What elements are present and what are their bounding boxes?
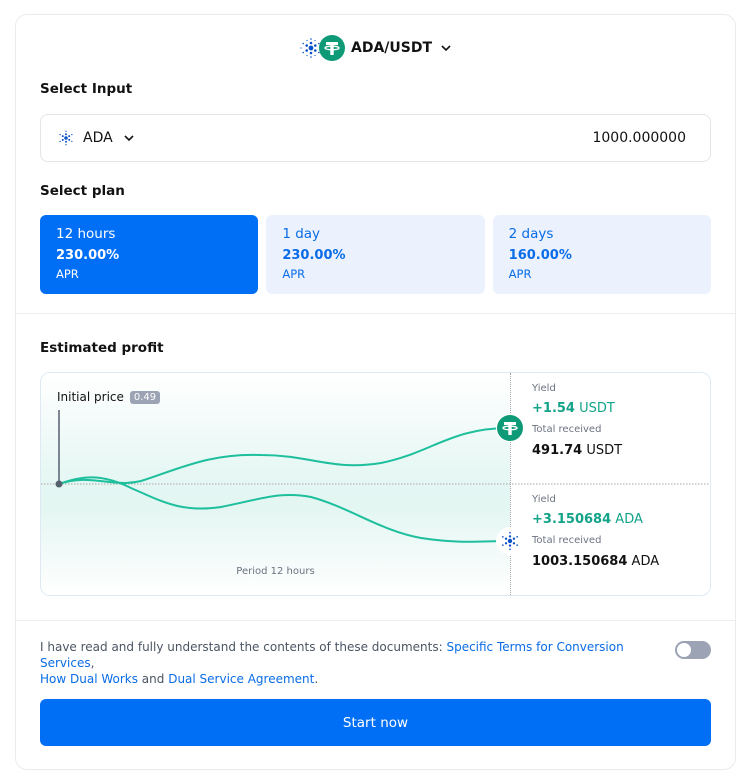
start-now-button[interactable]: Start now (40, 699, 711, 746)
plan-option-12-hours[interactable]: 12 hours 230.00% APR (40, 215, 259, 294)
ada-outcome-marker (496, 527, 524, 555)
section-divider (16, 313, 735, 314)
initial-price-badge: 0.49 (129, 390, 161, 404)
pair-label: ADA/USDT (350, 40, 433, 56)
input-field-container: ADA (40, 114, 711, 162)
select-input-title: Select Input (40, 81, 133, 97)
ada-outcome-curve (58, 476, 510, 543)
select-plan-title: Select plan (40, 183, 125, 199)
plan-apr-value: 160.00% (508, 248, 572, 263)
ada-outcome: Yield +3.150684 ADA Total received 1003.… (532, 494, 659, 569)
pair-selector[interactable]: ADA/USDT (16, 35, 735, 61)
plan-apr-label: APR (282, 267, 306, 281)
total-received-value: 491.74 USDT (532, 443, 623, 458)
total-received-label: Total received (532, 535, 602, 546)
yield-label: Yield (532, 494, 556, 505)
dual-service-agreement-link[interactable]: Dual Service Agreement (168, 672, 314, 686)
total-received-label: Total received (532, 424, 602, 435)
pair-icons (299, 35, 345, 61)
toggle-knob (677, 643, 691, 657)
plan-option-1-day[interactable]: 1 day 230.00% APR (266, 215, 485, 294)
total-received-value: 1003.150684 ADA (532, 554, 660, 569)
chevron-down-icon (124, 135, 134, 142)
plan-duration: 2 days (508, 226, 554, 242)
amount-input[interactable] (486, 130, 686, 146)
tether-icon (497, 415, 523, 441)
plan-apr-label: APR (508, 267, 532, 281)
usdt-outcome-curve (58, 427, 510, 485)
estimated-profit-title: Estimated profit (40, 340, 164, 356)
usdt-outcome-marker (496, 414, 524, 442)
start-point (55, 480, 63, 488)
yield-value: +3.150684 ADA (532, 512, 643, 527)
plan-options: 12 hours 230.00% APR 1 day 230.00% APR 2… (40, 215, 711, 294)
initial-price-label: Initial price 0.49 (57, 390, 161, 404)
tether-icon (318, 35, 345, 61)
plan-option-2-days[interactable]: 2 days 160.00% APR (492, 215, 711, 294)
initial-price-text: Initial price (57, 390, 124, 404)
input-token-label: ADA (83, 130, 113, 146)
plan-duration: 1 day (282, 226, 321, 242)
chevron-down-icon (441, 45, 451, 52)
cardano-icon (502, 531, 518, 551)
agreement-text: I have read and fully understand the con… (40, 640, 624, 686)
plan-apr-value: 230.00% (56, 248, 120, 263)
plan-apr-label: APR (56, 267, 79, 281)
yield-label: Yield (532, 383, 556, 394)
yield-value: +1.54 USDT (532, 401, 615, 416)
plan-apr-value: 230.00% (282, 248, 346, 263)
input-token-selector[interactable]: ADA (57, 129, 135, 147)
section-divider (16, 620, 735, 621)
period-label: Period 12 hours (236, 566, 315, 577)
agreement-toggle[interactable] (675, 641, 711, 659)
cardano-icon (59, 130, 73, 146)
plan-duration: 12 hours (56, 226, 116, 242)
dual-investment-card: ADA/USDT Select Input ADA Select plan (15, 14, 736, 770)
how-dual-works-link[interactable]: How Dual Works (40, 672, 138, 686)
usdt-outcome: Yield +1.54 USDT Total received 491.74 U… (532, 383, 622, 458)
chart-separator (510, 373, 511, 595)
profit-chart: Initial price 0.49 Period 12 hours Yield… (40, 372, 711, 596)
